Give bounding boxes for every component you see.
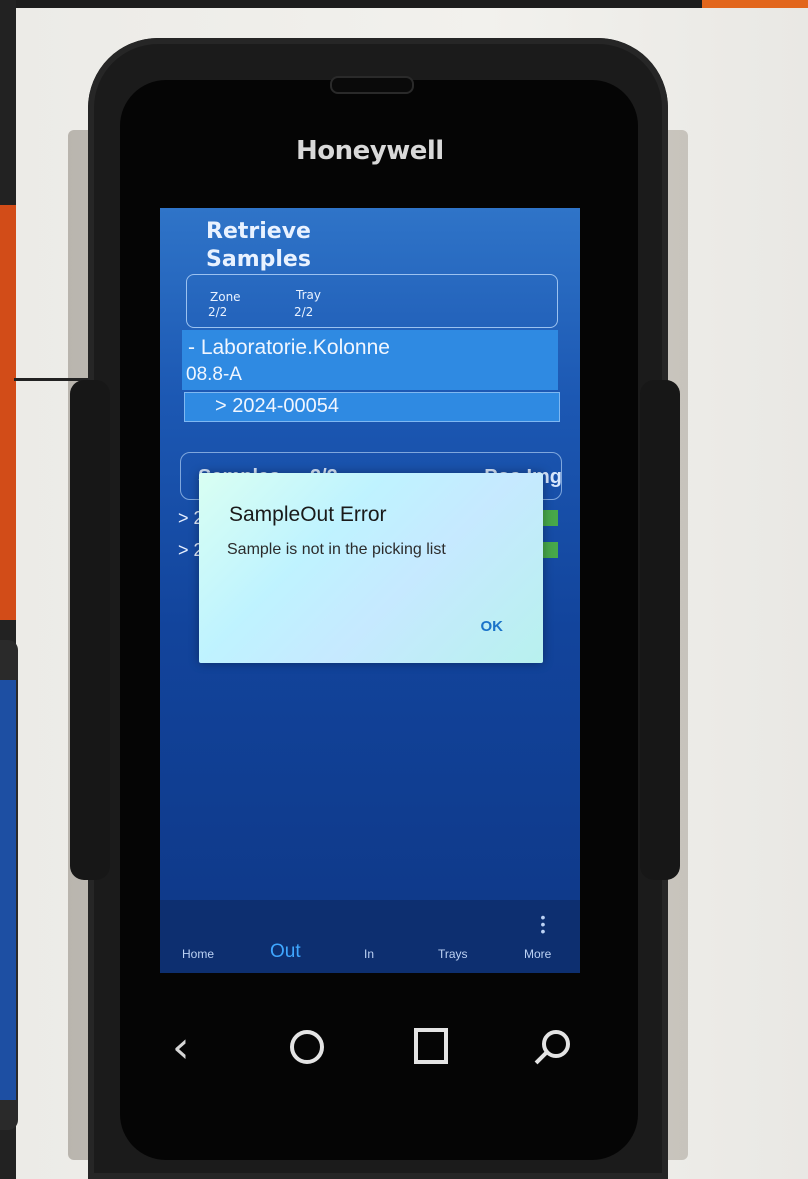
location-item[interactable]: - Laboratorie.Kolonne 08.8-A (182, 330, 558, 390)
right-bumper (640, 380, 680, 880)
selected-sample: > 2024-00054 (215, 395, 340, 417)
nav-home[interactable]: Home (182, 947, 214, 961)
page-title: Retrieve Samples (206, 218, 311, 274)
status-indicator (542, 542, 558, 558)
nav-trays[interactable]: Trays (438, 947, 468, 961)
zone-tray-panel (186, 274, 558, 328)
bottom-nav (160, 900, 580, 973)
title-line-2: Samples (206, 247, 311, 272)
photo-accent (702, 0, 808, 8)
tray-label: Tray (296, 288, 321, 302)
home-icon[interactable] (290, 1030, 324, 1064)
photo-orange-edge (0, 205, 16, 620)
error-dialog: SampleOut Error Sample is not in the pic… (199, 473, 543, 663)
dialog-ok-button[interactable]: OK (481, 618, 504, 635)
location-line-2: 08.8-A (186, 364, 242, 385)
photo-top-bar (0, 0, 808, 8)
left-bumper (70, 380, 110, 880)
selected-sample-row[interactable]: > 2024-00054 (184, 392, 560, 422)
search-icon-handle (534, 1051, 548, 1065)
nav-in[interactable]: In (364, 947, 374, 961)
status-indicator (542, 510, 558, 526)
nav-out[interactable]: Out (270, 941, 301, 963)
back-icon[interactable]: ‹ (172, 1022, 190, 1073)
title-line-1: Retrieve (206, 219, 311, 244)
dialog-message: Sample is not in the picking list (227, 541, 446, 558)
dialog-title: SampleOut Error (229, 503, 387, 526)
recent-apps-icon[interactable] (414, 1028, 448, 1064)
zone-value: 2/2 (208, 305, 228, 319)
nav-more[interactable]: More (524, 947, 551, 961)
search-icon[interactable] (530, 1024, 570, 1065)
background-device-screen (0, 680, 16, 1100)
more-icon[interactable]: • • • (537, 910, 549, 938)
earpiece-speaker (330, 76, 414, 94)
background-device (0, 640, 18, 1130)
location-line-1: - Laboratorie.Kolonne (188, 336, 390, 359)
brand-logo: Honeywell (296, 136, 444, 166)
tray-value: 2/2 (294, 305, 314, 319)
zone-label: Zone (210, 290, 241, 304)
